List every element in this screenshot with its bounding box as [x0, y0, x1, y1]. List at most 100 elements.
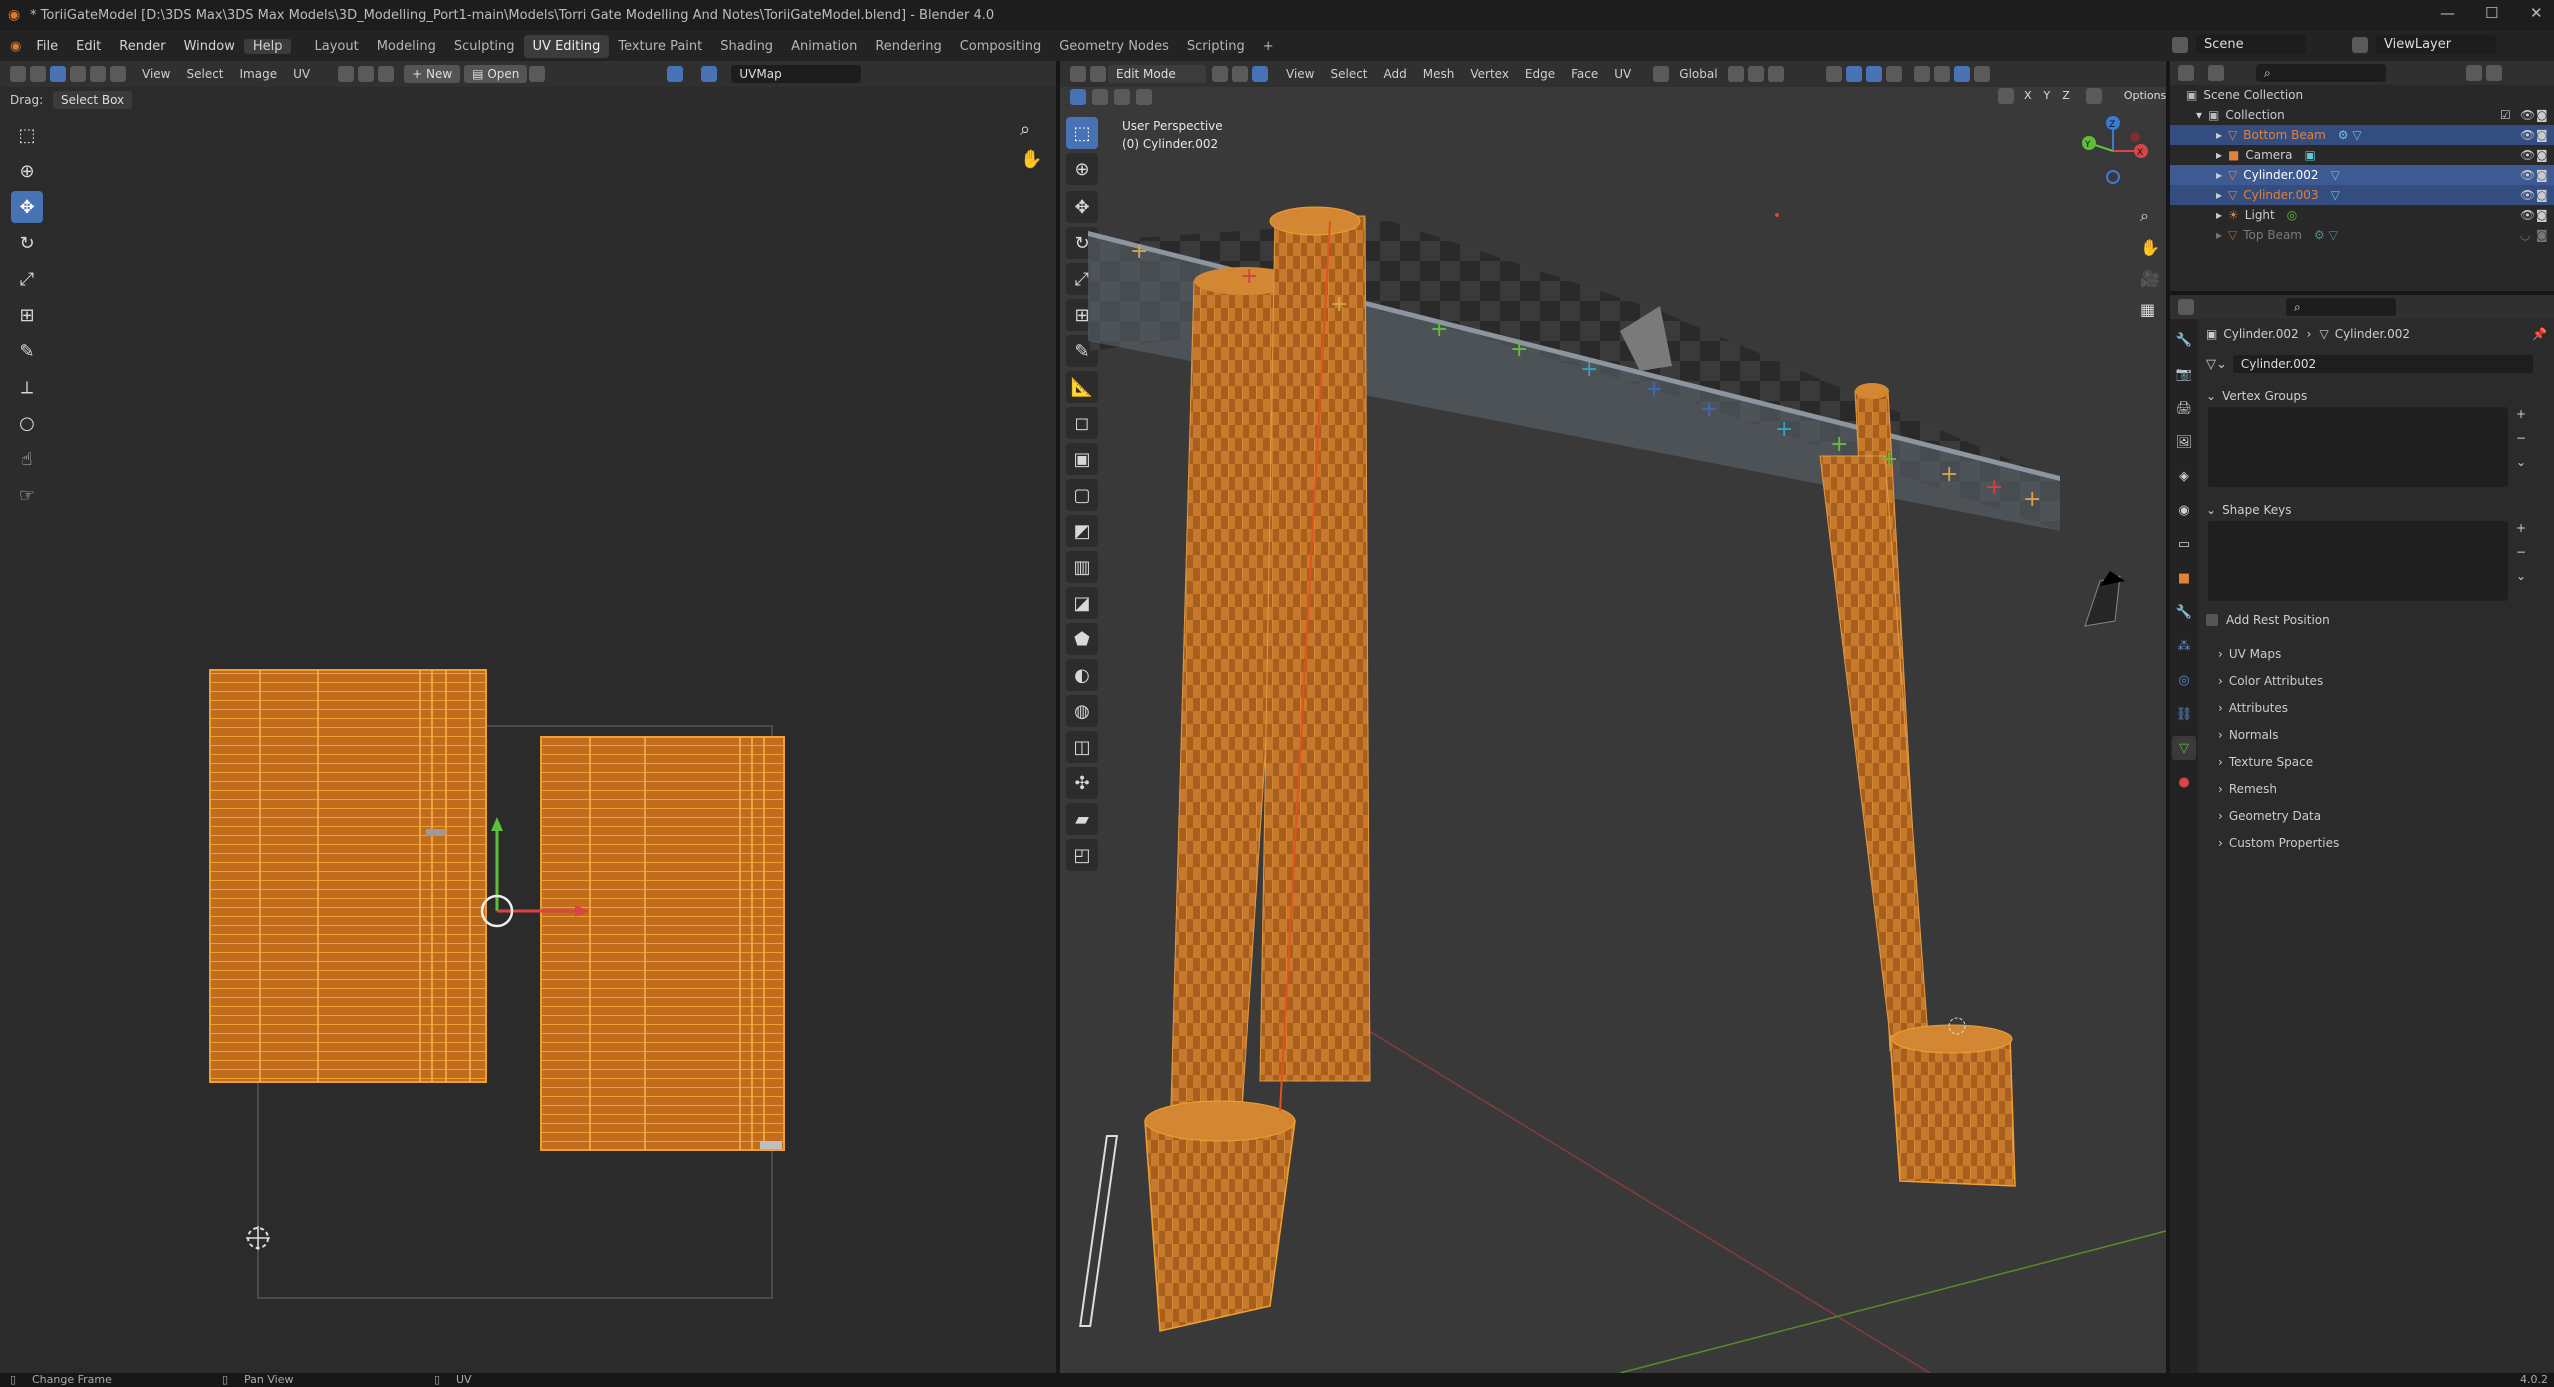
render-tab-icon[interactable]: 📷 [2172, 362, 2196, 386]
pin-icon[interactable]: 📌 [2532, 327, 2547, 341]
section-normals[interactable]: › Normals [2206, 722, 2546, 749]
remove-shape-key-icon[interactable]: − [2516, 545, 2526, 559]
collection-tab-icon[interactable]: ▭ [2172, 532, 2196, 556]
tab-animation[interactable]: Animation [782, 35, 866, 58]
modifier-icon[interactable]: ⚙ ▽ [2314, 228, 2338, 242]
blender-menu-icon[interactable]: ◉ [10, 39, 21, 54]
new-collection-icon[interactable] [2486, 65, 2502, 81]
outliner-item-bottom-beam[interactable]: ▸ ▽ Bottom Beam ⚙ ▽ 👁 ◙ [2170, 125, 2554, 145]
section-remesh[interactable]: › Remesh [2206, 776, 2546, 803]
outliner-item-light[interactable]: ▸ ☀ Light ◎ 👁 ◙ [2170, 205, 2554, 225]
camera-view-icon[interactable]: 🎥 [2140, 269, 2160, 288]
physics-tab-icon[interactable]: ◎ [2172, 668, 2196, 692]
3d-viewport[interactable]: Edit Mode View Select Add Mesh Vertex Ed… [1060, 61, 2175, 1373]
menu-edit[interactable]: Edit [67, 39, 110, 54]
object-tab-icon[interactable]: ■ [2172, 566, 2196, 590]
properties-search-input[interactable]: ⌕ [2286, 298, 2396, 316]
eye-icon[interactable]: 👁 [2520, 128, 2535, 142]
maximize-icon[interactable]: ☐ [2485, 4, 2498, 22]
menu-window[interactable]: Window [175, 39, 244, 54]
vertex-group-menu-icon[interactable]: ⌄ [2516, 455, 2526, 469]
tab-scripting[interactable]: Scripting [1178, 35, 1254, 58]
mesh-datablock-icon[interactable]: ▽⌄ [2206, 357, 2227, 372]
remove-vertex-group-icon[interactable]: − [2516, 431, 2526, 445]
section-custom-properties[interactable]: › Custom Properties [2206, 830, 2546, 857]
collection-checkbox-icon[interactable]: ☑ [2500, 108, 2511, 122]
tab-uv-editing[interactable]: UV Editing [523, 34, 610, 58]
mesh-data-tab-icon[interactable]: ▽ [2172, 736, 2196, 760]
collection-render-icon[interactable]: ◙ [2536, 108, 2548, 122]
outliner-search-input[interactable]: ⌕ [2256, 64, 2386, 82]
camera-data-icon[interactable]: ▣ [2304, 148, 2315, 162]
section-color-attributes[interactable]: › Color Attributes [2206, 668, 2546, 695]
eye-icon[interactable]: 👁 [2520, 208, 2535, 222]
render-icon[interactable]: ◙ [2536, 208, 2548, 222]
tab-shading[interactable]: Shading [711, 35, 782, 58]
section-geometry-data[interactable]: › Geometry Data [2206, 803, 2546, 830]
eye-icon[interactable]: 👁 [2520, 168, 2535, 182]
material-tab-icon[interactable]: ● [2172, 770, 2196, 794]
expand-arrow-icon[interactable]: ▸ [2216, 168, 2222, 182]
add-vertex-group-icon[interactable]: + [2516, 407, 2526, 421]
scene-selector[interactable]: Scene [2196, 35, 2306, 54]
eye-icon[interactable]: 👁 [2520, 148, 2535, 162]
expand-arrow-icon[interactable]: ▸ [2216, 228, 2222, 242]
filter-icon[interactable] [2466, 65, 2482, 81]
outliner-item-camera[interactable]: ▸ ■ Camera ▣ 👁 ◙ [2170, 145, 2554, 165]
shape-keys-list[interactable] [2208, 521, 2508, 601]
menu-render[interactable]: Render [110, 39, 174, 54]
light-data-icon[interactable]: ◎ [2287, 208, 2297, 222]
display-mode-icon[interactable] [2208, 65, 2224, 81]
viewport-scene[interactable]: + + + + + + + + + + + + + + [1060, 61, 2166, 1373]
tool-tab-icon[interactable]: 🔧 [2172, 328, 2196, 352]
tab-compositing[interactable]: Compositing [951, 35, 1051, 58]
render-icon[interactable]: ◙ [2536, 148, 2548, 162]
render-icon[interactable]: ◙ [2536, 168, 2548, 182]
outliner-item-cylinder-003[interactable]: ▸ ▽ Cylinder.003 ▽ 👁 ◙ [2170, 185, 2554, 205]
mesh-data-icon[interactable]: ▽ [2331, 168, 2340, 182]
view-layer-tab-icon[interactable]: 🖼 [2172, 430, 2196, 454]
pan-icon[interactable]: ✋ [2140, 238, 2160, 257]
vertex-groups-list[interactable] [2208, 407, 2508, 487]
menu-file[interactable]: File [27, 39, 67, 54]
close-icon[interactable]: ✕ [2530, 4, 2543, 22]
menu-help[interactable]: Help [243, 38, 292, 54]
shape-keys-header[interactable]: ⌄ Shape Keys [2206, 499, 2546, 521]
expand-arrow-icon[interactable]: ▾ [2196, 108, 2202, 122]
uv-editor[interactable]: View Select Image UV + New ▤ Open UVMap … [0, 61, 1056, 1373]
expand-arrow-icon[interactable]: ▸ [2216, 128, 2222, 142]
mesh-data-icon[interactable]: ▽ [2331, 188, 2340, 202]
add-workspace-icon[interactable]: + [1254, 35, 1283, 58]
outliner-item-top-beam[interactable]: ▸ ▽ Top Beam ⚙ ▽ ◡ ◙ [2170, 225, 2554, 245]
outliner-item-cylinder-002[interactable]: ▸ ▽ Cylinder.002 ▽ 👁 ◙ [2170, 165, 2554, 185]
add-rest-position-checkbox[interactable] [2206, 614, 2218, 626]
world-tab-icon[interactable]: ◉ [2172, 498, 2196, 522]
section-uv-maps[interactable]: › UV Maps [2206, 641, 2546, 668]
expand-arrow-icon[interactable]: ▸ [2216, 188, 2222, 202]
add-shape-key-icon[interactable]: + [2516, 521, 2526, 535]
scene-tab-icon[interactable]: ◈ [2172, 464, 2196, 488]
tab-texture-paint[interactable]: Texture Paint [609, 35, 711, 58]
render-icon[interactable]: ◙ [2536, 228, 2548, 242]
particles-tab-icon[interactable]: ⁂ [2172, 634, 2196, 658]
tab-layout[interactable]: Layout [305, 35, 367, 58]
navigation-gizmo[interactable]: Z Y X [2075, 113, 2151, 193]
scene-collection-row[interactable]: ▣ Scene Collection [2170, 85, 2554, 105]
uv-canvas[interactable] [0, 61, 1056, 1373]
expand-arrow-icon[interactable]: ▸ [2216, 208, 2222, 222]
tab-geometry-nodes[interactable]: Geometry Nodes [1050, 35, 1178, 58]
zoom-icon[interactable]: ⌕ [2140, 206, 2160, 226]
ortho-toggle-icon[interactable]: ▦ [2140, 300, 2160, 319]
section-attributes[interactable]: › Attributes [2206, 695, 2546, 722]
minimize-icon[interactable]: — [2440, 4, 2455, 22]
shape-key-menu-icon[interactable]: ⌄ [2516, 569, 2526, 583]
expand-arrow-icon[interactable]: ▸ [2216, 148, 2222, 162]
modifier-icon[interactable]: ⚙ ▽ [2338, 128, 2362, 142]
viewlayer-selector[interactable]: ViewLayer [2376, 35, 2496, 54]
hidden-eye-icon[interactable]: ◡ [2520, 228, 2530, 242]
render-icon[interactable]: ◙ [2536, 128, 2548, 142]
properties-type-icon[interactable] [2178, 299, 2194, 315]
tab-modeling[interactable]: Modeling [368, 35, 445, 58]
eye-icon[interactable]: 👁 [2520, 188, 2535, 202]
collection-row[interactable]: ▾ ▣ Collection ☑ 👁 ◙ [2170, 105, 2554, 125]
